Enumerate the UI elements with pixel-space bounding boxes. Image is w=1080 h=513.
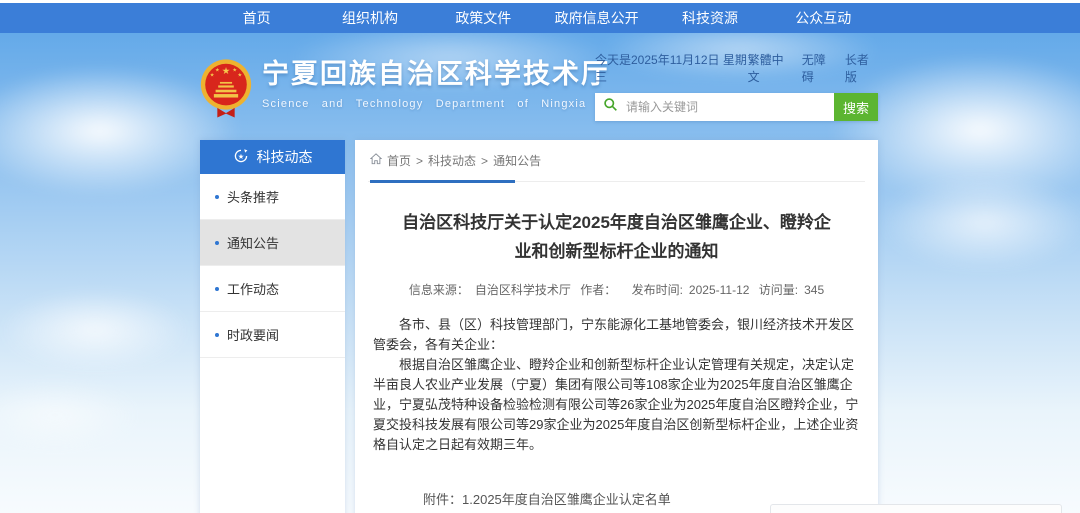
sidebar-item-label: 通知公告 bbox=[227, 233, 279, 252]
meta-visits-label: 访问量: bbox=[759, 283, 798, 297]
svg-text:★: ★ bbox=[238, 73, 243, 79]
nav-item-tech-resources[interactable]: 科技资源 bbox=[653, 3, 766, 33]
breadcrumb: 首页 > 科技动态 > 通知公告 bbox=[355, 140, 878, 178]
quick-links: 繁體中文 无障碍 长者版 bbox=[748, 51, 878, 85]
article-body: 各市、县（区）科技管理部门，宁东能源化工基地管委会，银川经济技术开发区管委会，各… bbox=[373, 315, 860, 455]
svg-text:★: ★ bbox=[222, 66, 231, 77]
cloud-decoration bbox=[0, 380, 140, 450]
national-emblem-logo: ★ ★ ★ ★ ★ bbox=[200, 57, 252, 124]
brand-text: 宁夏回族自治区科学技术厅 Science and Technology Depa… bbox=[262, 57, 610, 110]
meta-visits-value: 345 bbox=[804, 283, 824, 297]
main-navbar: 首页 组织机构 政策文件 政府信息公开 科技资源 公众互动 bbox=[0, 3, 1080, 33]
search-input[interactable] bbox=[624, 99, 826, 115]
sidebar-item-notices[interactable]: 通知公告 bbox=[200, 220, 345, 266]
meta-author-label: 作者： bbox=[580, 283, 616, 297]
site-title: 宁夏回族自治区科学技术厅 bbox=[262, 57, 610, 91]
attachments-list: 1.2025年度自治区雏鹰企业认定名单 2.2025年度自治区瞪羚企业认定名单 … bbox=[462, 489, 710, 513]
meta-source-label: 信息来源： bbox=[409, 283, 469, 297]
breadcrumb-separator: > bbox=[416, 154, 423, 168]
sidebar-item-label: 工作动态 bbox=[227, 279, 279, 298]
bullet-dot bbox=[215, 333, 219, 337]
bottom-right-widget bbox=[770, 504, 1062, 513]
breadcrumb-tech-news[interactable]: 科技动态 bbox=[428, 152, 476, 169]
breadcrumb-separator: > bbox=[481, 154, 488, 168]
sidebar: ★ 科技动态 头条推荐 通知公告 工作动态 时政要闻 bbox=[200, 140, 345, 513]
cloud-decoration bbox=[880, 175, 1080, 270]
article-title: 自治区科技厅关于认定2025年度自治区雏鹰企业、瞪羚企业和创新型标杆企业的通知 bbox=[395, 208, 838, 266]
sidebar-item-political-news[interactable]: 时政要闻 bbox=[200, 312, 345, 358]
cloud-decoration bbox=[0, 290, 190, 370]
attachments-label: 附件： bbox=[423, 489, 462, 513]
sidebar-item-label: 时政要闻 bbox=[227, 325, 279, 344]
nav-item-organization[interactable]: 组织机构 bbox=[313, 3, 426, 33]
site-brand[interactable]: ★ ★ ★ ★ ★ 宁夏回族自治区科学技术厅 Science and Techn… bbox=[200, 57, 610, 124]
svg-text:★: ★ bbox=[232, 68, 237, 74]
search-box bbox=[595, 93, 834, 121]
breadcrumb-home[interactable]: 首页 bbox=[387, 152, 411, 169]
svg-text:★: ★ bbox=[215, 68, 220, 74]
sidebar-title: 科技动态 bbox=[257, 147, 313, 167]
bullet-dot bbox=[215, 287, 219, 291]
breadcrumb-divider-accent bbox=[370, 180, 515, 183]
svg-text:★: ★ bbox=[237, 152, 243, 161]
nav-item-policy-documents[interactable]: 政策文件 bbox=[427, 3, 540, 33]
meta-publish-label: 发布时间: bbox=[632, 283, 683, 297]
link-accessibility[interactable]: 无障碍 bbox=[802, 51, 835, 85]
article-paragraph: 根据自治区雏鹰企业、瞪羚企业和创新型标杆企业认定管理有关规定，决定认定半亩良人农… bbox=[373, 355, 860, 455]
home-icon bbox=[370, 153, 382, 168]
article-paragraph: 各市、县（区）科技管理部门，宁东能源化工基地管委会，银川经济技术开发区管委会，各… bbox=[373, 315, 860, 355]
svg-text:★: ★ bbox=[210, 73, 215, 79]
search-icon bbox=[603, 97, 618, 117]
attachment-link-eagle-list[interactable]: 1.2025年度自治区雏鹰企业认定名单 bbox=[462, 489, 710, 511]
nav-items: 首页 组织机构 政策文件 政府信息公开 科技资源 公众互动 bbox=[200, 3, 880, 33]
page: 首页 组织机构 政策文件 政府信息公开 科技资源 公众互动 ★ ★ ★ ★ ★ bbox=[0, 0, 1080, 513]
link-elder-version[interactable]: 长者版 bbox=[845, 51, 878, 85]
site-subtitle: Science and Technology Department of Nin… bbox=[262, 98, 610, 110]
current-date: 今天是2025年11月12日 星期三 bbox=[595, 51, 748, 85]
nav-item-home[interactable]: 首页 bbox=[200, 3, 313, 33]
search-button[interactable]: 搜索 bbox=[834, 93, 878, 121]
meta-source-value: 自治区科学技术厅 bbox=[475, 283, 571, 297]
breadcrumb-divider bbox=[368, 181, 865, 182]
sidebar-item-headlines[interactable]: 头条推荐 bbox=[200, 174, 345, 220]
search-bar: 搜索 bbox=[595, 93, 878, 121]
bullet-dot bbox=[215, 195, 219, 199]
link-traditional-chinese[interactable]: 繁體中文 bbox=[748, 51, 792, 85]
content-panel: 首页 > 科技动态 > 通知公告 自治区科技厅关于认定2025年度自治区雏鹰企业… bbox=[355, 140, 878, 513]
date-row: 今天是2025年11月12日 星期三 繁體中文 无障碍 长者版 bbox=[595, 51, 878, 85]
nav-item-public-interaction[interactable]: 公众互动 bbox=[767, 3, 880, 33]
sidebar-item-work-updates[interactable]: 工作动态 bbox=[200, 266, 345, 312]
sidebar-header: ★ 科技动态 bbox=[200, 140, 345, 174]
sidebar-item-label: 头条推荐 bbox=[227, 187, 279, 206]
circular-star-icon: ★ bbox=[233, 148, 249, 167]
site-header: ★ ★ ★ ★ ★ 宁夏回族自治区科学技术厅 Science and Techn… bbox=[200, 33, 880, 140]
bullet-dot bbox=[215, 241, 219, 245]
header-right: 今天是2025年11月12日 星期三 繁體中文 无障碍 长者版 bbox=[595, 51, 878, 121]
nav-item-gov-info-disclosure[interactable]: 政府信息公开 bbox=[540, 3, 653, 33]
article-meta: 信息来源： 自治区科学技术厅 作者： 发布时间: 2025-11-12 访问量: 34… bbox=[355, 281, 878, 298]
breadcrumb-notices[interactable]: 通知公告 bbox=[493, 152, 541, 169]
meta-publish-date: 2025-11-12 bbox=[689, 283, 750, 297]
